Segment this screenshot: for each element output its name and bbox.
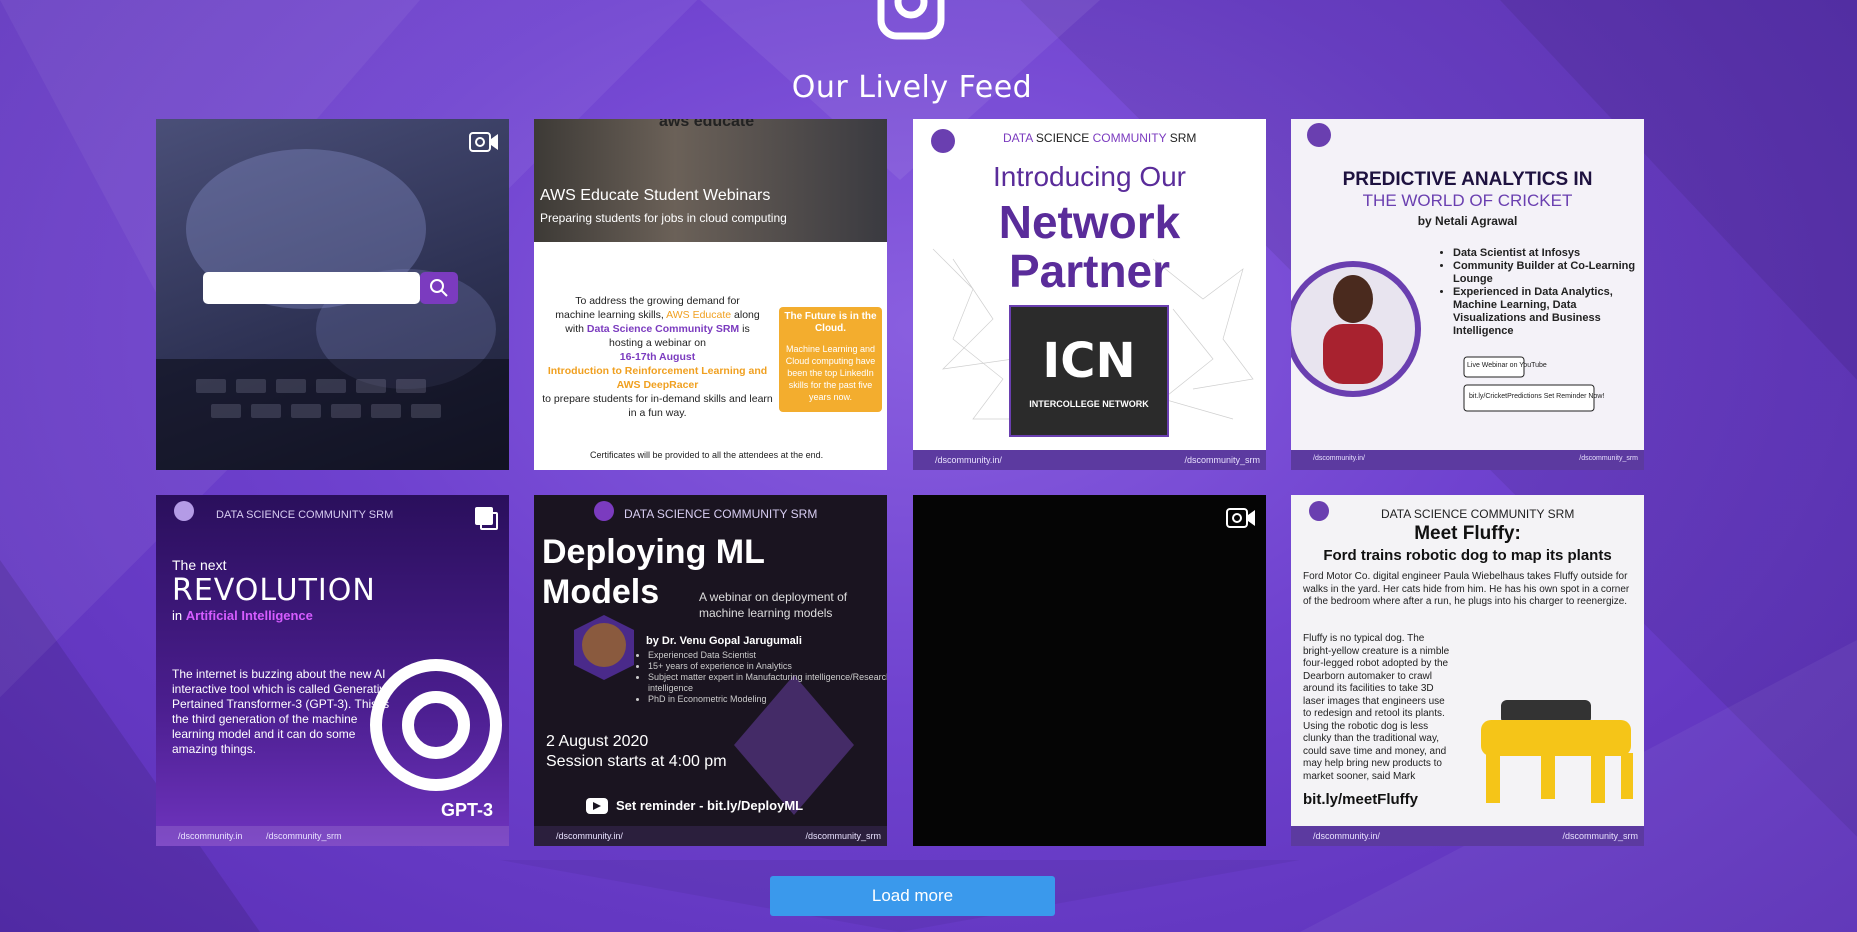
fluffy-link[interactable]: bit.ly/meetFluffy <box>1303 791 1418 808</box>
feed-tile-gpt3[interactable]: DATA SCIENCE COMMUNITY SRM The next REVO… <box>156 495 509 846</box>
cricket-title2: THE WORLD OF CRICKET <box>1362 191 1573 210</box>
instagram-icon[interactable] <box>876 0 946 46</box>
ml-tag1: A webinar on deployment of <box>699 590 848 604</box>
fluffy-p2: Fluffy is no typical dog. The bright-yel… <box>1303 633 1450 782</box>
ml-title2: Models <box>542 573 660 611</box>
ml-tag2: machine learning models <box>699 606 833 620</box>
ml-brand: DATA SCIENCE COMMUNITY SRM <box>624 507 818 521</box>
ml-title1: Deploying ML <box>542 533 765 571</box>
feed-tile-aws-educate[interactable]: aws educate AWS Educate Student Webinars… <box>534 119 887 470</box>
network-footer: /dscommunity.in/ /dscommunity_srm <box>935 455 1260 465</box>
ml-footer: /dscommunity.in/ /dscommunity_srm <box>556 831 881 841</box>
video-badge-icon <box>469 132 498 152</box>
feed-title: Our Lively Feed <box>791 70 1033 105</box>
aws-top-logo: aws educate <box>659 119 755 130</box>
gpt-body: The internet is buzzing about the new AI… <box>172 667 393 756</box>
gpt-label: GPT-3 <box>440 800 493 820</box>
aws-certificates: Certificates will be provided to all the… <box>590 450 824 460</box>
feed-tile-deploying-ml[interactable]: DATA SCIENCE COMMUNITY SRM Deploying ML … <box>534 495 887 846</box>
fluffy-brand: DATA SCIENCE COMMUNITY SRM <box>1381 507 1575 521</box>
aws-heading: AWS Educate Student Webinars <box>540 187 771 204</box>
network-line2: Network <box>998 196 1181 248</box>
gpt-brand: DATA SCIENCE COMMUNITY SRM <box>216 509 394 521</box>
video-badge-icon <box>1226 508 1255 528</box>
fluffy-p1: Ford Motor Co. digital engineer Paula Wi… <box>1303 571 1630 607</box>
gpt-next: The next <box>172 557 227 573</box>
cricket-bullets: Data Scientist at Infosys Community Buil… <box>1441 247 1644 338</box>
gpt-footer: /dscommunity.in /dscommunity_srm <box>178 831 342 841</box>
network-line1: Introducing Our <box>993 161 1186 192</box>
gpt-revolution: REVOLUTION <box>172 573 376 608</box>
keyboard-hands-image <box>156 149 509 470</box>
cricket-cta2: bit.ly/CricketPredictions Set Reminder N… <box>1469 393 1605 400</box>
fluffy-subtitle: Ford trains robotic dog to map its plant… <box>1323 547 1612 564</box>
feed-tile-network-partner[interactable]: DATA SCIENCE COMMUNITY SRM Introducing O… <box>913 119 1266 470</box>
network-line3: Partner <box>1008 245 1171 297</box>
ml-by: by Dr. Venu Gopal Jarugumali <box>646 635 802 647</box>
ml-time: Session starts at 4:00 pm <box>546 753 727 770</box>
aws-subheading: Preparing students for jobs in cloud com… <box>540 211 787 225</box>
ml-cta: Set reminder - bit.ly/DeployML <box>616 798 804 813</box>
icn-logo: ICN INTERCOLLEGE NETWORK <box>1009 305 1169 437</box>
carousel-badge-icon <box>475 507 499 531</box>
feed-tile-meet-fluffy[interactable]: DATA SCIENCE COMMUNITY SRM Meet Fluffy: … <box>1291 495 1644 846</box>
gpt-in-ai: in Artificial Intelligence <box>172 608 313 623</box>
load-more-button[interactable]: Load more <box>770 876 1055 916</box>
ml-bullets: Experienced Data Scientist 15+ years of … <box>634 650 887 705</box>
cricket-title1: PREDICTIVE ANALYTICS IN <box>1342 169 1593 190</box>
feed-tile-video-1[interactable] <box>156 119 509 470</box>
fluffy-footer: /dscommunity.in/ /dscommunity_srm <box>1313 831 1638 841</box>
aws-side-box: The Future is in the Cloud. Machine Lear… <box>779 307 882 412</box>
aws-body: To address the growing demand for machin… <box>542 295 773 419</box>
feed-tile-predictive-analytics[interactable]: PREDICTIVE ANALYTICS IN THE WORLD OF CRI… <box>1291 119 1644 470</box>
cricket-by: by Netali Agrawal <box>1417 214 1518 228</box>
ml-date: 2 August 2020 <box>546 733 649 750</box>
fluffy-title: Meet Fluffy: <box>1414 523 1521 544</box>
cricket-footer: /dscommunity.in/ /dscommunity_srm <box>1313 455 1638 462</box>
feed-tile-video-2[interactable] <box>913 495 1266 846</box>
brand-line: DATA SCIENCE COMMUNITY SRM <box>1003 131 1197 145</box>
cricket-cta1: Live Webinar on YouTube <box>1467 362 1547 369</box>
